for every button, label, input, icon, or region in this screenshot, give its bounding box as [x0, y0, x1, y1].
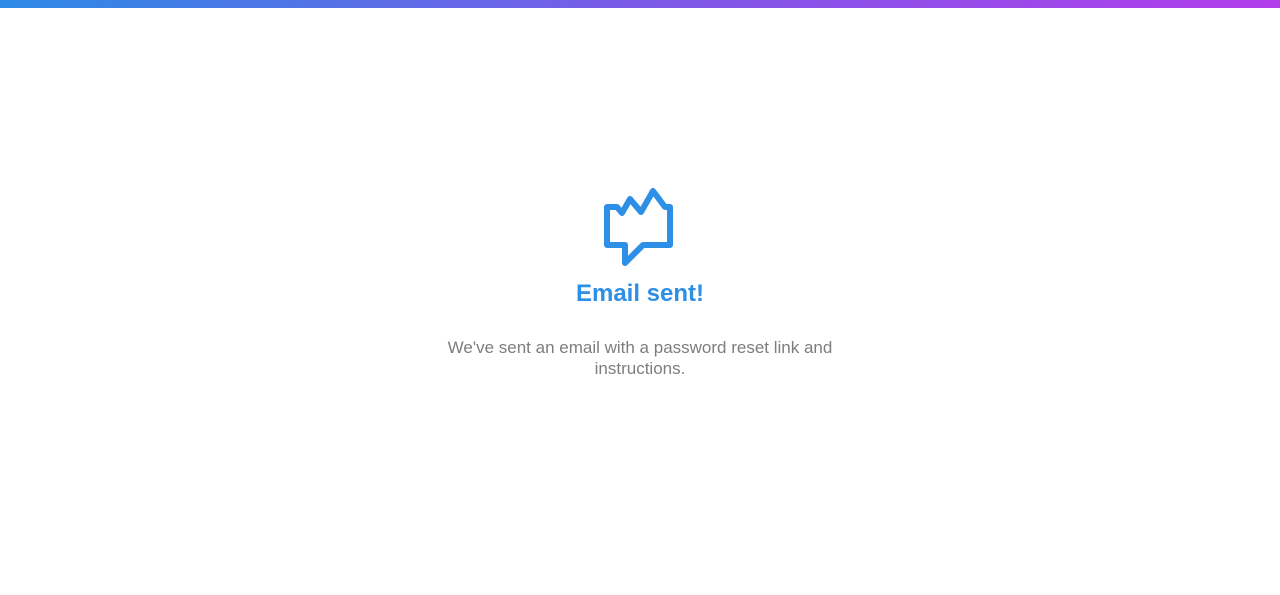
page-title: Email sent! [575, 280, 705, 307]
email-sent-confirmation: Email sent! We've sent an email with a p… [0, 0, 1280, 595]
chat-bubble-spark-icon [604, 188, 673, 266]
confirmation-message: We've sent an email with a password rese… [447, 338, 833, 378]
